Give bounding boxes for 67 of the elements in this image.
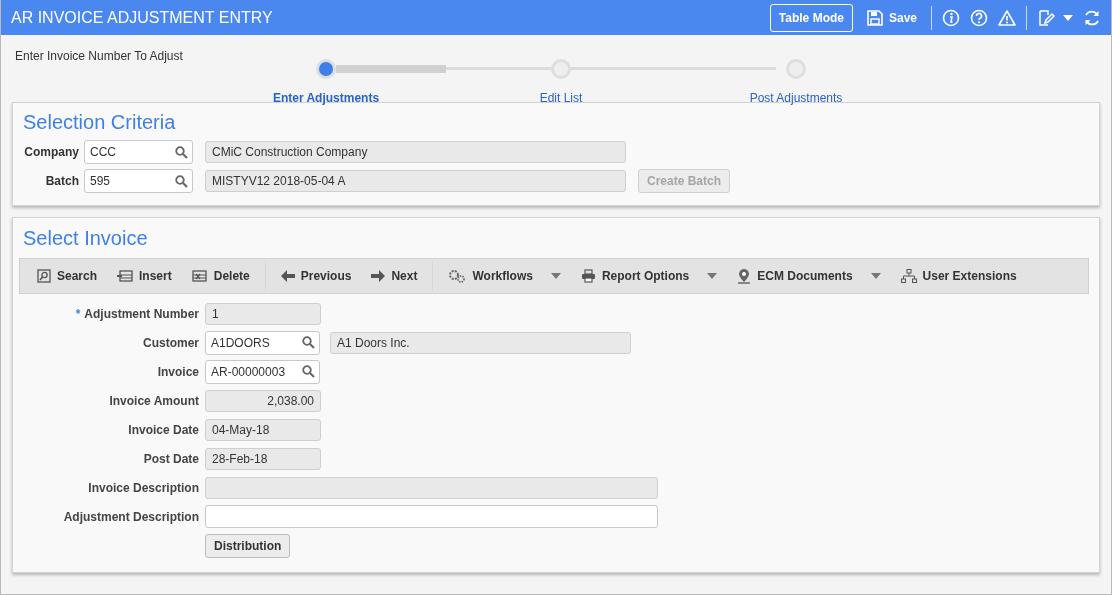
lookup-field[interactable]: AR-00000003 xyxy=(205,359,320,384)
toolbar-button[interactable]: Delete xyxy=(182,269,259,283)
field-label: Adjustment Description xyxy=(63,509,199,524)
step-label[interactable]: Post Adjustments xyxy=(749,91,843,105)
insert-row-icon xyxy=(117,269,134,283)
help-icon[interactable] xyxy=(970,8,988,27)
read-only-field: 2,038.00 xyxy=(205,389,321,412)
toolbar-button[interactable]: ECM Documents xyxy=(728,268,890,284)
printer-icon xyxy=(580,269,596,283)
field-label: Adjustment Number xyxy=(84,306,199,321)
hierarchy-icon xyxy=(900,269,917,283)
field-label: Company xyxy=(23,145,79,159)
save-button[interactable]: Save xyxy=(862,9,921,26)
refresh-icon[interactable] xyxy=(1083,8,1101,27)
delete-row-icon xyxy=(191,269,208,283)
toolbar-button[interactable]: User Extensions xyxy=(891,269,1026,283)
description-field: CMiC Construction Company xyxy=(205,141,626,163)
toolbar-button[interactable]: Previous xyxy=(271,269,361,283)
step-dot[interactable] xyxy=(316,59,336,79)
input-field[interactable] xyxy=(205,505,658,528)
caret-icon xyxy=(870,272,881,280)
read-only-field: 28-Feb-18 xyxy=(205,447,321,470)
toolbar-button[interactable]: Report Options xyxy=(571,269,727,283)
toolbar-button[interactable]: Insert xyxy=(108,269,181,283)
toolbar-button[interactable]: Workflows xyxy=(439,269,570,283)
field-label: Invoice Description xyxy=(88,480,199,495)
description-field: MISTYV12 2018-05-04 A xyxy=(205,170,626,192)
toolbar-button[interactable]: Next xyxy=(362,269,427,283)
lookup-field[interactable]: CCC xyxy=(84,140,193,164)
field-label: Invoice Date xyxy=(128,422,199,437)
info-icon[interactable] xyxy=(942,8,960,27)
step-dot[interactable] xyxy=(551,59,571,79)
section-title: Selection Criteria xyxy=(23,111,177,134)
caret-icon xyxy=(707,272,718,280)
description-field: A1 Doors Inc. xyxy=(330,331,631,354)
map-pin-icon xyxy=(737,268,752,284)
required-mark: * xyxy=(75,306,81,321)
left-arrow-icon xyxy=(280,270,295,282)
search-icon xyxy=(37,269,51,283)
lookup-field[interactable]: A1DOORS xyxy=(205,330,320,355)
search-icon[interactable] xyxy=(302,336,315,349)
right-arrow-icon xyxy=(371,270,386,282)
search-icon[interactable] xyxy=(302,365,315,378)
field-label: Customer xyxy=(143,335,199,350)
table-mode-button[interactable]: Table Mode xyxy=(769,3,853,32)
step-label[interactable]: Edit List xyxy=(539,91,583,105)
read-only-field: 1 xyxy=(205,302,321,325)
toolbar-button[interactable]: Search xyxy=(28,269,107,283)
caret-icon[interactable] xyxy=(1063,13,1073,22)
step-label[interactable]: Enter Adjustments xyxy=(272,91,380,105)
search-icon[interactable] xyxy=(175,145,188,159)
lookup-field[interactable]: 595 xyxy=(84,169,193,193)
gears-icon xyxy=(448,269,467,283)
caret-icon xyxy=(550,272,561,280)
read-only-field: 04-May-18 xyxy=(205,418,321,441)
field-label: Post Date xyxy=(143,451,199,466)
field-label: Invoice xyxy=(157,364,199,379)
instruction-text: Enter Invoice Number To Adjust xyxy=(15,49,183,63)
search-icon[interactable] xyxy=(175,174,188,188)
distribution-button[interactable]: Distribution xyxy=(205,533,291,558)
section-title: Select Invoice xyxy=(23,227,149,250)
field-label: Invoice Amount xyxy=(109,393,199,408)
page-title: AR INVOICE ADJUSTMENT ENTRY xyxy=(11,8,273,27)
save-icon xyxy=(866,9,883,26)
field-label: Batch xyxy=(44,174,79,188)
edit-icon[interactable] xyxy=(1037,8,1055,27)
warning-icon[interactable] xyxy=(998,8,1016,27)
